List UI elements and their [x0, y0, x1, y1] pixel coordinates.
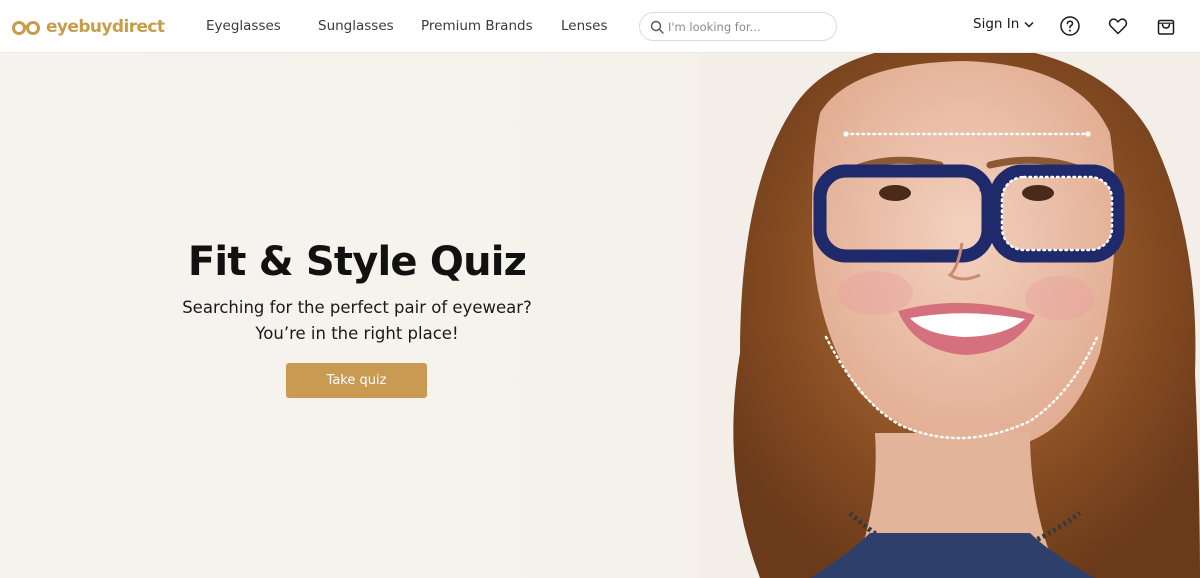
logo[interactable]: eyebuydirect — [12, 14, 165, 40]
search-input[interactable] — [668, 16, 828, 37]
help-button[interactable] — [1059, 15, 1081, 37]
logo-text: eyebuydirect — [46, 17, 165, 37]
cart-button[interactable] — [1155, 15, 1177, 37]
hero-subtitle-line-1: Searching for the perfect pair of eyewea… — [182, 298, 532, 317]
hero-title: Fit & Style Quiz — [187, 239, 527, 285]
help-circle-icon — [1060, 16, 1080, 36]
nav-premium-brands[interactable]: Premium Brands — [421, 16, 533, 36]
sign-in-button[interactable]: Sign In — [973, 16, 1034, 32]
hero-model-photo — [700, 53, 1200, 578]
take-quiz-button[interactable]: Take quiz — [286, 363, 427, 398]
heart-icon — [1108, 18, 1128, 35]
nav-lenses[interactable]: Lenses — [561, 16, 608, 36]
sign-in-label: Sign In — [973, 16, 1020, 32]
chevron-down-icon — [1024, 21, 1034, 28]
nav-eyeglasses[interactable]: Eyeglasses — [206, 16, 281, 36]
wishlist-button[interactable] — [1107, 15, 1129, 37]
nav-sunglasses[interactable]: Sunglasses — [318, 16, 394, 36]
hero-banner: Fit & Style Quiz Searching for the perfe… — [0, 53, 1200, 578]
search-bar[interactable] — [639, 12, 837, 41]
shopping-bag-icon — [1157, 19, 1175, 35]
search-icon — [650, 20, 664, 34]
glasses-logo-icon — [12, 21, 40, 35]
hero-content: Fit & Style Quiz Searching for the perfe… — [120, 233, 594, 347]
hero-subtitle-line-2: You’re in the right place! — [255, 324, 459, 343]
site-header: eyebuydirect Eyeglasses Sunglasses Premi… — [0, 0, 1200, 53]
